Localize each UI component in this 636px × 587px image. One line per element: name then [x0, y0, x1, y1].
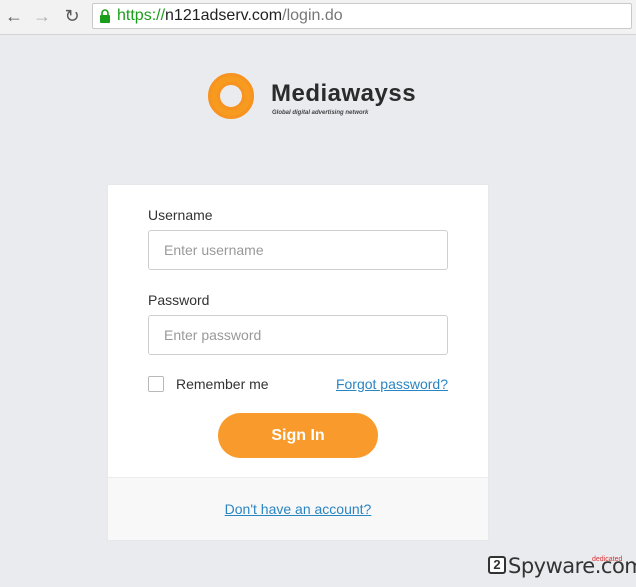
watermark-badge: 2: [488, 556, 506, 574]
password-input[interactable]: [148, 315, 448, 355]
forward-arrow-icon[interactable]: →: [32, 6, 52, 26]
logo-tagline: Global digital advertising network: [272, 110, 369, 116]
lock-icon: [100, 9, 110, 23]
url-text: https://n121adserv.com/login.do: [117, 7, 343, 25]
url-host: n121adserv.com: [165, 7, 283, 24]
signup-link[interactable]: Don't have an account?: [108, 501, 488, 517]
reload-icon[interactable]: ↻: [62, 6, 82, 26]
ring-logo-icon: [208, 73, 254, 119]
brand-logo: Mediawayss Global digital advertising ne…: [207, 72, 416, 124]
forgot-password-link[interactable]: Forgot password?: [336, 376, 448, 392]
username-input[interactable]: [148, 230, 448, 270]
remember-me-checkbox[interactable]: [148, 376, 164, 392]
url-protocol: https://: [117, 7, 166, 24]
username-label: Username: [148, 207, 213, 223]
address-bar[interactable]: https://n121adserv.com/login.do: [92, 3, 632, 29]
remember-me-label[interactable]: Remember me: [176, 376, 269, 392]
card-footer: Don't have an account?: [108, 477, 488, 540]
back-arrow-icon[interactable]: ←: [4, 6, 24, 26]
browser-toolbar: ← → ↻ https://n121adserv.com/login.do: [0, 0, 636, 35]
spyware-watermark: 2 Spyware.com dedicated: [488, 554, 636, 580]
url-path: /login.do: [282, 7, 343, 24]
password-label: Password: [148, 292, 210, 308]
sign-in-button[interactable]: Sign In: [218, 413, 378, 458]
login-card: Username Password Remember me Forgot pas…: [108, 185, 488, 540]
watermark-subtext: dedicated: [592, 556, 623, 563]
logo-name: Mediawayss: [271, 80, 417, 107]
